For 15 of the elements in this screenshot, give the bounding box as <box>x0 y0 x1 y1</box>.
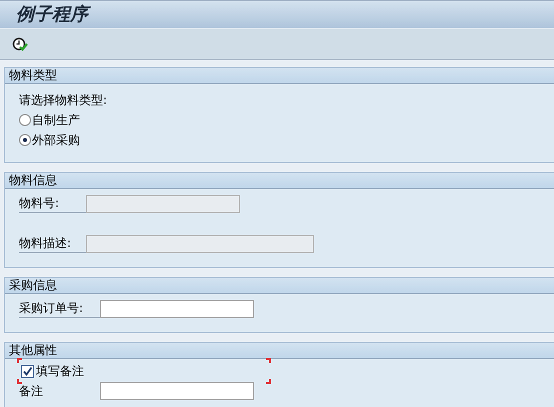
radio-label: 自制生产 <box>32 112 80 129</box>
radio-label: 外部采购 <box>32 132 80 149</box>
checkbox-label: 填写备注 <box>36 363 84 380</box>
checkbox[interactable] <box>21 364 34 378</box>
radio-button[interactable] <box>19 114 31 126</box>
group-header: 物料类型 <box>5 68 554 84</box>
prompt-label: 请选择物料类型: <box>19 92 108 109</box>
field-label: 备注 <box>19 382 44 400</box>
input-field[interactable] <box>100 382 254 400</box>
group-header: 物料信息 <box>5 173 554 189</box>
radio-button[interactable] <box>19 134 31 146</box>
input-field[interactable] <box>100 300 254 318</box>
group-header: 其他属性 <box>5 343 554 359</box>
group-header: 采购信息 <box>5 278 554 294</box>
execute-icon[interactable] <box>12 37 28 52</box>
